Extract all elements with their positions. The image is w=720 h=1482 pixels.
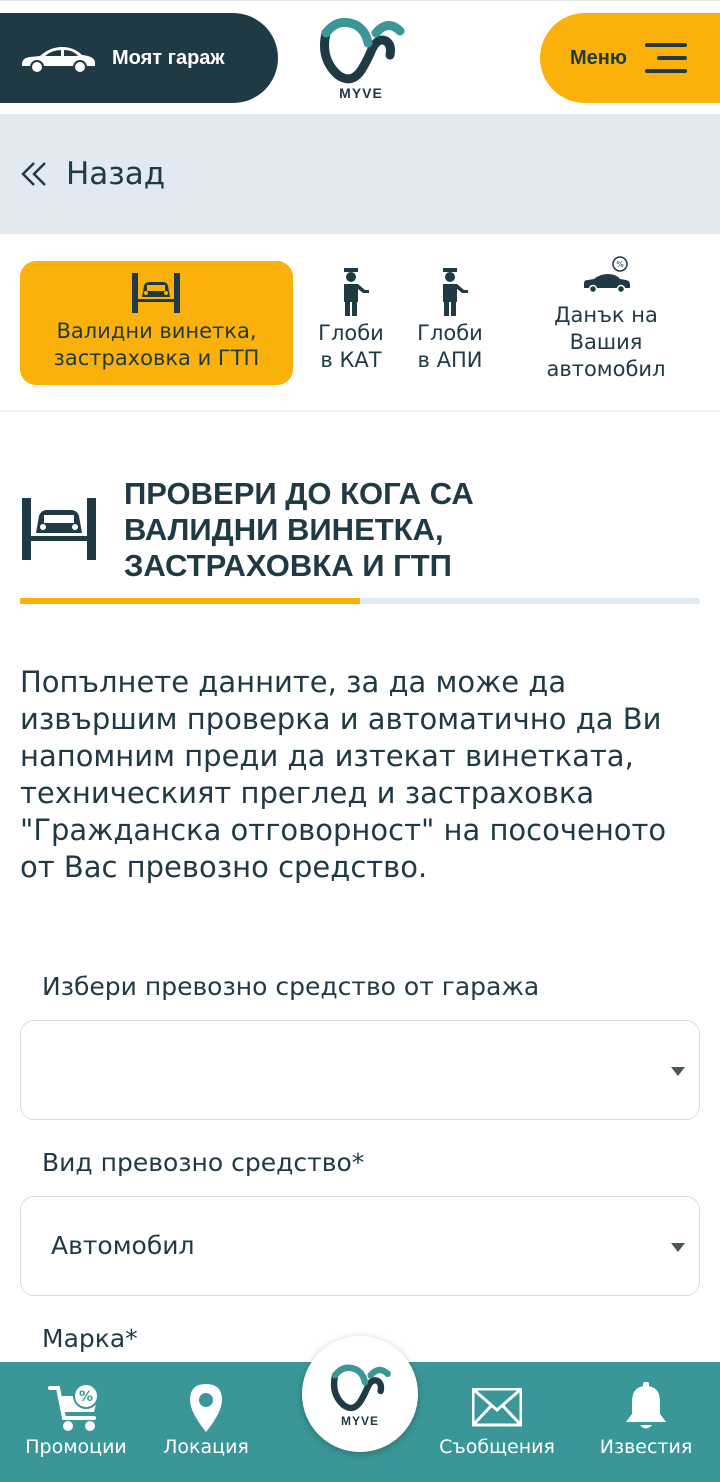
vehicle-type-select[interactable]: Автомобил — [20, 1196, 700, 1296]
garage-vehicle-select[interactable] — [20, 1020, 700, 1120]
chevron-down-icon — [671, 1067, 685, 1076]
tab-vehicle-tax[interactable]: % Данък на Вашия автомобил — [516, 256, 696, 392]
tab-vignette-insurance[interactable]: Валидни винетка, застраховка и ГТП — [20, 261, 293, 385]
double-chevron-left-icon — [21, 162, 46, 186]
tab-fines-kat[interactable]: Глоби в КАТ — [308, 266, 394, 386]
nav-notifications-label: Известия — [599, 1436, 693, 1458]
car-percent-icon: % — [584, 256, 630, 294]
chevron-down-icon — [671, 1243, 685, 1252]
vehicle-type-label: Вид превозно средство* — [42, 1148, 365, 1177]
car-icon — [22, 47, 95, 74]
service-tabs: Валидни винетка, застраховка и ГТП Глоби… — [0, 234, 720, 412]
brand-label: Марка* — [42, 1324, 138, 1353]
back-label: Назад — [66, 156, 166, 192]
location-pin-icon — [190, 1384, 222, 1432]
my-garage-label: Моят гараж — [112, 46, 225, 69]
logo-text: MYVE — [339, 85, 383, 101]
tab-fines-api[interactable]: Глоби в АПИ — [404, 266, 496, 386]
back-button[interactable]: Назад — [0, 114, 720, 234]
section-progress-fill — [20, 598, 360, 604]
tab-tax-label: Данък на Вашия автомобил — [546, 303, 666, 381]
myve-logo-icon — [320, 17, 405, 84]
shopping-cart-percent-icon: % — [48, 1383, 99, 1431]
my-garage-button[interactable]: Моят гараж — [0, 13, 278, 103]
nav-messages[interactable]: Съобщения — [428, 1362, 566, 1482]
hamburger-icon — [644, 43, 687, 73]
section-progress-bar — [20, 598, 700, 604]
nav-location[interactable]: Локация — [156, 1362, 256, 1482]
tab-kat-label: Глоби в КАТ — [318, 321, 384, 372]
svg-text:%: % — [616, 260, 624, 269]
home-logo-button[interactable]: MYVE — [302, 1336, 418, 1452]
nav-location-label: Локация — [163, 1436, 249, 1458]
menu-label: Меню — [570, 46, 627, 69]
bell-icon — [626, 1382, 666, 1429]
svg-text:%: % — [79, 1389, 93, 1405]
traffic-officer-icon — [443, 268, 468, 316]
tab-vignette-label: Валидни винетка, застраховка и ГТП — [53, 319, 260, 370]
car-lift-icon — [22, 498, 96, 560]
menu-button[interactable]: Меню — [540, 13, 720, 103]
tab-api-label: Глоби в АПИ — [417, 321, 483, 372]
app-header: Моят гараж MYVE Меню — [0, 0, 720, 114]
fab-logo-text: MYVE — [340, 1414, 379, 1428]
envelope-icon — [472, 1388, 522, 1427]
nav-promotions-label: Промоции — [25, 1436, 127, 1458]
vehicle-type-value: Автомобил — [51, 1231, 195, 1260]
nav-promotions[interactable]: % Промоции — [14, 1362, 138, 1482]
myve-logo-icon — [330, 1364, 391, 1412]
nav-notifications[interactable]: Известия — [584, 1362, 708, 1482]
garage-select-label: Избери превозно средство от гаража — [42, 972, 540, 1001]
myve-logo[interactable]: MYVE — [316, 11, 406, 103]
section-title: ПРОВЕРИ ДО КОГА СА ВАЛИДНИ ВИНЕТКА, ЗАСТ… — [124, 476, 474, 583]
traffic-officer-icon — [344, 268, 369, 316]
form-description: Попълнете данните, за да може да извърши… — [20, 665, 667, 884]
car-lift-icon — [132, 273, 180, 313]
nav-messages-label: Съобщения — [439, 1436, 555, 1458]
